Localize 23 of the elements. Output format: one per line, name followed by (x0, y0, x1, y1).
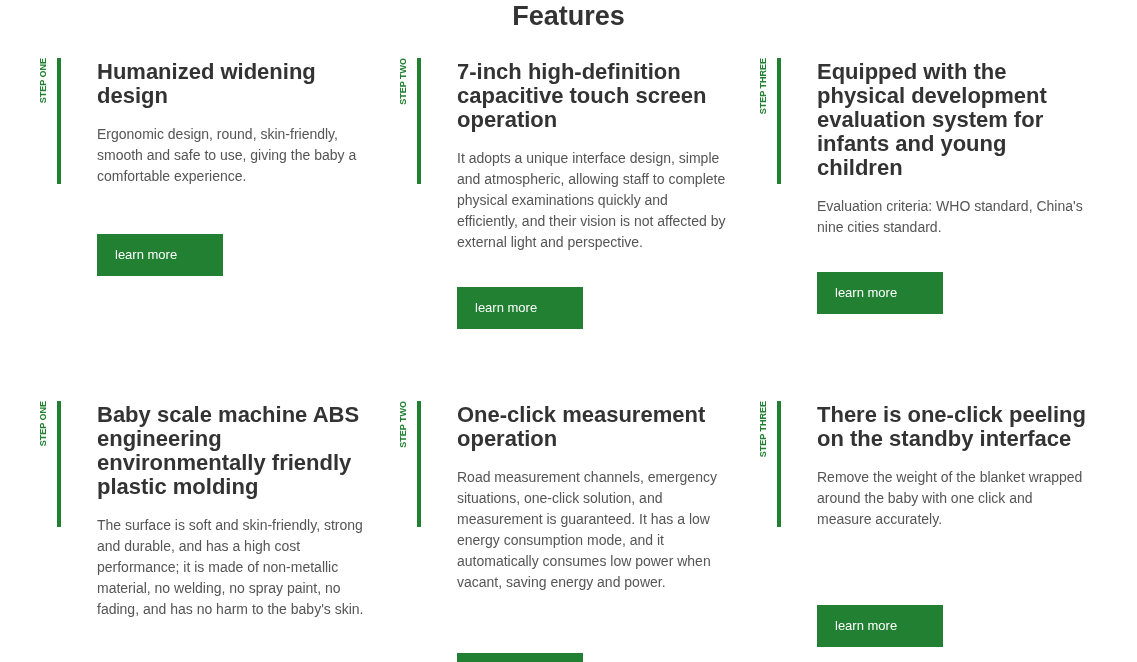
feature-description: Evaluation criteria: WHO standard, China's nine cities standard. (817, 197, 1084, 237)
feature-description: Ergonomic design, round, skin-friendly, smooth and safe to use, giving the baby a comfortable experience. (97, 125, 358, 186)
step-label: STEP TWO (396, 58, 409, 105)
feature-title: 7-inch high-definition capacitive touch screen operation (457, 60, 708, 132)
learn-more-button[interactable]: learn more (817, 605, 943, 647)
feature-description: Remove the weight of the blanket wrapped around the baby with one click and measure accurately. (817, 468, 1084, 529)
feature-description: Road measurement channels, emergency situations, one-click solution, and measurement is guaranteed. It has a low energy consumption mode, and it automatically consumes low power when vacant, saving energy and power. (457, 468, 718, 592)
feature-title: There is one-click peeling on the standby interface (817, 403, 1087, 451)
feature-description: The surface is soft and skin-friendly, strong and durable, and has a high cost performance; it is made of non-metallic material, no welding, no spray paint, no fading, and has no harm to the baby's skin. (97, 516, 365, 619)
learn-more-button[interactable]: learn more (817, 272, 943, 314)
feature-title: One-click measurement operation (457, 403, 707, 451)
learn-more-button[interactable]: learn more (97, 234, 223, 276)
step-label: STEP ONE (36, 58, 49, 104)
learn-more-button[interactable]: learn more (457, 287, 583, 329)
step-label: STEP THREE (756, 401, 769, 458)
step-label: STEP THREE (756, 58, 769, 115)
feature-description: It adopts a unique interface design, simple and atmospheric, allowing staff to complete physical examinations quickly and efficiently, and their vision is not affected by external light and perspective. (457, 149, 727, 252)
feature-title: Baby scale machine ABS engineering environmentally friendly plastic molding (97, 403, 361, 499)
feature-title: Equipped with the physical development evaluation system for infants and young children (817, 60, 1048, 180)
step-label: STEP ONE (36, 401, 49, 447)
section-heading: Features (511, 0, 626, 32)
feature-title: Humanized widening design (97, 60, 317, 108)
step-label: STEP TWO (396, 401, 409, 448)
